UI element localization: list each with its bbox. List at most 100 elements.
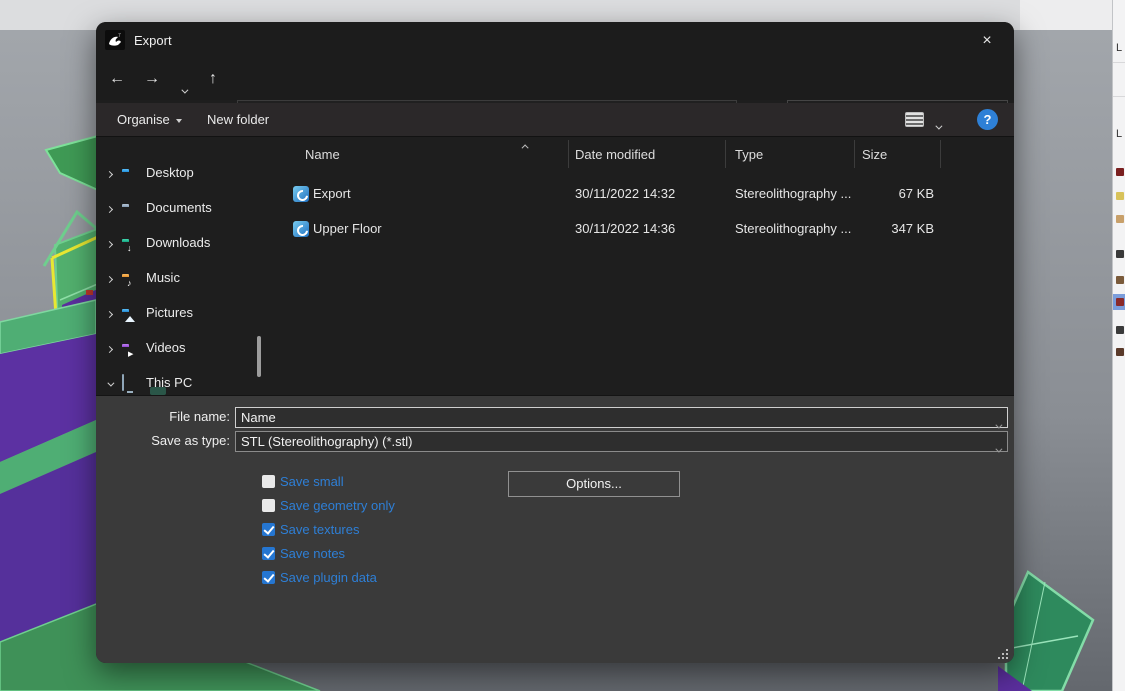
view-mode-icon[interactable] bbox=[905, 112, 924, 127]
chevron-right-icon[interactable] bbox=[96, 305, 122, 320]
organise-label: Organise bbox=[117, 112, 170, 127]
checkbox-label: Save textures bbox=[280, 521, 360, 537]
screen: L L 7 Export × ← → ↑ Organise New folder… bbox=[0, 0, 1125, 691]
column-separator[interactable] bbox=[568, 140, 569, 168]
checkbox-save-textures[interactable]: Save textures bbox=[262, 521, 360, 537]
save-as-type-label: Save as type: bbox=[151, 433, 230, 448]
organise-menu-button[interactable]: Organise bbox=[117, 103, 182, 137]
file-name-input[interactable]: Name bbox=[235, 407, 1008, 429]
sidebar-item-label: Pictures bbox=[146, 304, 193, 320]
checkbox-save-small[interactable]: Save small bbox=[262, 473, 344, 489]
panel-divider bbox=[1113, 62, 1125, 63]
file-name-value: Name bbox=[241, 410, 276, 425]
sidebar-item-label: Music bbox=[146, 269, 180, 285]
file-date-modified: 30/11/2022 14:32 bbox=[575, 186, 676, 201]
file-size: 347 KB bbox=[891, 221, 934, 236]
checkbox-save-plugin-data[interactable]: Save plugin data bbox=[262, 569, 377, 585]
layer-color-chip[interactable] bbox=[1116, 326, 1124, 334]
close-icon[interactable]: × bbox=[974, 30, 1000, 52]
column-separator[interactable] bbox=[725, 140, 726, 168]
right-side-panel: L L bbox=[1112, 0, 1125, 691]
save-as-type-select[interactable]: STL (Stereolithography) (*.stl) bbox=[235, 431, 1008, 453]
up-button[interactable]: ↑ bbox=[200, 64, 226, 94]
layer-color-chip[interactable] bbox=[1116, 215, 1124, 223]
sidebar-item-videos[interactable]: ▶ Videos bbox=[96, 333, 280, 361]
file-name-label: File name: bbox=[169, 409, 230, 424]
sidebar-item-this-pc[interactable]: This PC bbox=[96, 368, 280, 395]
sidebar-item-desktop[interactable]: Desktop bbox=[96, 158, 280, 186]
resize-grip[interactable] bbox=[998, 649, 1008, 659]
checkbox-icon[interactable] bbox=[262, 522, 275, 536]
command-toolbar: Organise New folder ? bbox=[96, 103, 1014, 137]
column-header-date-modified[interactable]: Date modified bbox=[575, 142, 655, 168]
sidebar-item-downloads[interactable]: ↓ Downloads bbox=[96, 228, 280, 256]
sidebar-item-label: Videos bbox=[146, 339, 186, 355]
dropdown-triangle-icon bbox=[175, 118, 182, 123]
chevron-right-icon[interactable] bbox=[96, 235, 122, 250]
view-mode-chevron-icon[interactable] bbox=[935, 118, 943, 133]
file-size: 67 KB bbox=[898, 186, 934, 201]
file-row-upper-floor[interactable]: Upper Floor 30/11/2022 14:36 Stereolitho… bbox=[280, 212, 1014, 246]
panel-label: L bbox=[1116, 42, 1123, 54]
sort-ascending-icon bbox=[521, 137, 529, 152]
sidebar-item-label: Documents bbox=[146, 199, 212, 215]
chevron-right-icon[interactable] bbox=[96, 270, 122, 285]
file-name: Upper Floor bbox=[313, 221, 382, 236]
checkbox-icon[interactable] bbox=[262, 498, 275, 512]
sidebar-scrollbar[interactable] bbox=[257, 336, 261, 377]
title-bar[interactable]: 7 Export × bbox=[96, 22, 1014, 58]
sidebar-item-documents[interactable]: Documents bbox=[96, 193, 280, 221]
forward-button[interactable]: → bbox=[139, 64, 165, 94]
checkbox-save-geometry-only[interactable]: Save geometry only bbox=[262, 497, 395, 513]
layer-color-chip[interactable] bbox=[1116, 276, 1124, 284]
window-title: Export bbox=[134, 32, 172, 48]
chevron-right-icon[interactable] bbox=[96, 165, 122, 180]
chevron-right-icon[interactable] bbox=[96, 340, 122, 355]
panel-divider bbox=[1113, 96, 1125, 97]
layer-color-chip[interactable] bbox=[1116, 298, 1124, 306]
checkbox-icon[interactable] bbox=[262, 546, 275, 560]
checkbox-save-notes[interactable]: Save notes bbox=[262, 545, 345, 561]
save-options-panel: File name: Name Save as type: STL (Stere… bbox=[96, 395, 1014, 663]
navigation-bar: ← → ↑ › Assets › Rhino Export › Example bbox=[96, 58, 1014, 132]
sidebar-item-pictures[interactable]: Pictures bbox=[96, 298, 280, 326]
checkbox-icon[interactable] bbox=[262, 570, 275, 584]
sidebar-item-label: Desktop bbox=[146, 164, 194, 180]
panel-label: L bbox=[1116, 128, 1123, 140]
checkbox-label: Save geometry only bbox=[280, 497, 395, 513]
chevron-right-icon[interactable] bbox=[96, 200, 122, 215]
computer-icon bbox=[122, 373, 142, 391]
back-button[interactable]: ← bbox=[104, 64, 130, 94]
layer-color-chip[interactable] bbox=[1116, 168, 1124, 176]
chevron-down-icon[interactable] bbox=[96, 375, 122, 390]
chevron-down-icon[interactable] bbox=[995, 439, 1003, 458]
layer-color-chip[interactable] bbox=[1116, 192, 1124, 200]
stl-file-icon bbox=[293, 221, 309, 237]
sidebar-item-music[interactable]: ♪ Music bbox=[96, 263, 280, 291]
navigation-pane: Desktop Documents ↓ Downloads ♪ Music Pi… bbox=[96, 137, 280, 395]
save-as-type-value: STL (Stereolithography) (*.stl) bbox=[241, 434, 413, 449]
recent-locations-chevron-icon[interactable] bbox=[170, 64, 196, 94]
file-list: Name Date modified Type Size Export 30/1… bbox=[280, 137, 1014, 395]
partially-visible-item bbox=[150, 387, 166, 395]
file-browser-area: Desktop Documents ↓ Downloads ♪ Music Pi… bbox=[96, 137, 1014, 395]
layer-color-chip[interactable] bbox=[1116, 348, 1124, 356]
layer-color-chip[interactable] bbox=[1116, 250, 1124, 258]
stl-file-icon bbox=[293, 186, 309, 202]
checkbox-label: Save notes bbox=[280, 545, 346, 561]
options-button[interactable]: Options... bbox=[508, 471, 680, 497]
column-separator[interactable] bbox=[854, 140, 855, 168]
column-header-size[interactable]: Size bbox=[862, 142, 887, 168]
checkbox-label: Save small bbox=[280, 473, 344, 489]
export-dialog: 7 Export × ← → ↑ › Assets › Rhino Export… bbox=[96, 22, 1014, 663]
column-header-name[interactable]: Name bbox=[305, 142, 340, 168]
help-icon[interactable]: ? bbox=[977, 109, 998, 130]
sidebar-item-label: Downloads bbox=[146, 234, 211, 250]
column-header-type[interactable]: Type bbox=[735, 142, 763, 168]
column-separator[interactable] bbox=[940, 140, 941, 168]
new-folder-button[interactable]: New folder bbox=[207, 103, 269, 137]
file-row-export[interactable]: Export 30/11/2022 14:32 Stereolithograph… bbox=[280, 177, 1014, 211]
file-name: Export bbox=[313, 186, 351, 201]
checkbox-icon[interactable] bbox=[262, 474, 275, 488]
svg-text:7: 7 bbox=[118, 33, 121, 39]
